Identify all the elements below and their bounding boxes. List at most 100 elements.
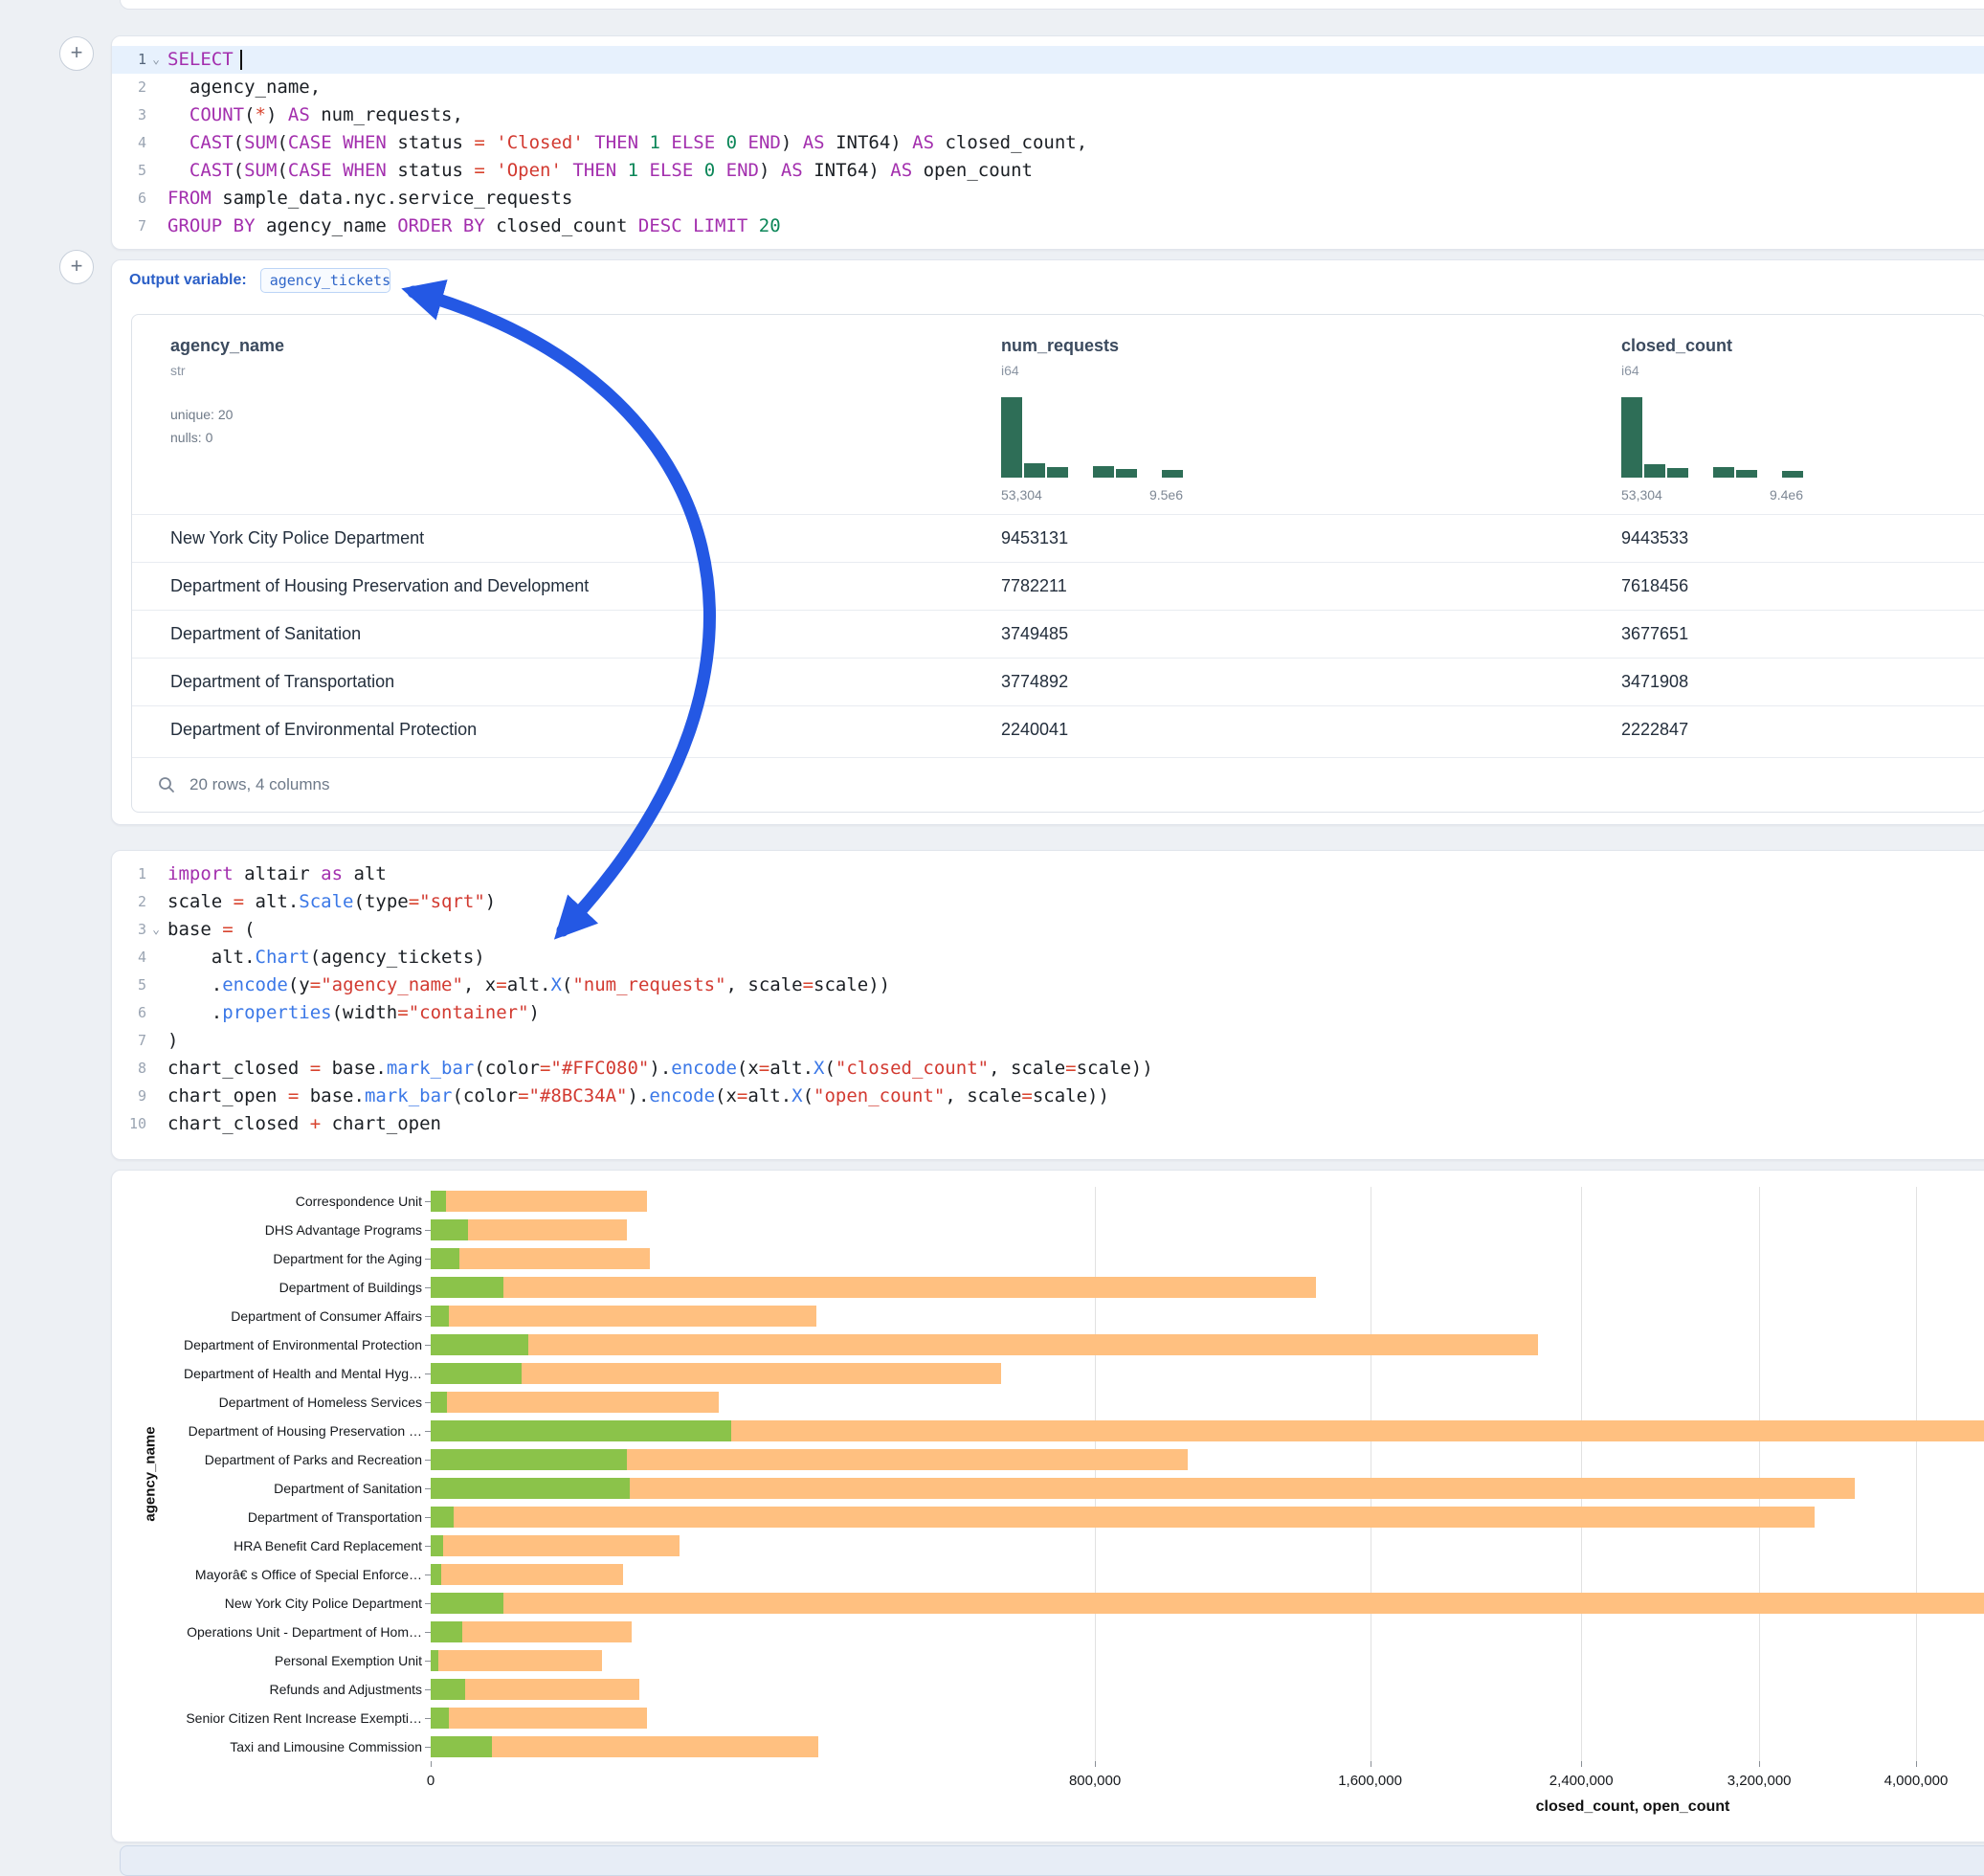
x-axis-title: closed_count, open_count — [1536, 1798, 1730, 1816]
line-number: 7 — [112, 212, 146, 240]
line-number: 6 — [112, 185, 146, 212]
bar-open — [431, 1449, 627, 1470]
code-line[interactable]: 6FROM sample_data.nyc.service_requests — [112, 185, 1984, 212]
bar-closed — [431, 1306, 816, 1327]
code-line[interactable]: 2scale = alt.Scale(type="sqrt") — [112, 888, 1984, 916]
x-axis-label: 4,000,000 — [1884, 1773, 1949, 1789]
bar-open — [431, 1507, 454, 1528]
bar-open — [431, 1392, 447, 1413]
sql-code-editor[interactable]: 1⌄SELECT2 agency_name,3 COUNT(*) AS num_… — [112, 46, 1984, 240]
column-type: i64 — [1001, 363, 1019, 378]
table-cell: 7782211 — [1001, 563, 1067, 610]
code-line[interactable]: 9chart_open = base.mark_bar(color="#8BC3… — [112, 1083, 1984, 1110]
code-text: chart_closed + chart_open — [166, 1110, 441, 1138]
line-number: 8 — [112, 1055, 146, 1083]
code-line[interactable]: 8 chart_closed = base.mark_bar(color="#FF… — [112, 1055, 1984, 1083]
add-cell-button[interactable]: + — [59, 250, 94, 284]
line-number: 5 — [112, 157, 146, 185]
table-row[interactable]: New York City Police Department945313194… — [132, 514, 1984, 562]
table-row[interactable]: Department of Environmental Protection 22… — [132, 705, 1984, 753]
y-axis-label: Department of Buildings — [112, 1273, 422, 1302]
python-cell[interactable]: 1import altair as alt2scale = alt.Scale(… — [111, 850, 1984, 1160]
y-axis-label: New York City Police Department — [112, 1589, 422, 1618]
sql-cell[interactable]: 1⌄SELECT2 agency_name,3 COUNT(*) AS num_… — [111, 35, 1984, 250]
line-number: 9 — [112, 1083, 146, 1110]
histogram-bar — [1162, 470, 1183, 478]
next-cell-edge — [120, 1845, 1984, 1876]
table-row[interactable]: Department of Sanitation37494853677651 — [132, 610, 1984, 658]
histogram-bar — [1644, 464, 1665, 478]
column-name: agency_name — [170, 336, 284, 356]
table-cell: 2240041 — [1001, 706, 1068, 753]
bar-chart: closed_count, open_count agency_name 080… — [112, 1171, 1984, 1842]
code-line[interactable]: 2 agency_name, — [112, 74, 1984, 101]
y-axis-label: Personal Exemption Unit — [112, 1646, 422, 1675]
y-axis-label: Department of Consumer Affairs — [112, 1302, 422, 1330]
python-code-editor[interactable]: 1import altair as alt2scale = alt.Scale(… — [112, 860, 1984, 1138]
search-icon[interactable] — [157, 775, 176, 794]
code-text: GROUP BY agency_name ORDER BY closed_cou… — [166, 212, 781, 240]
y-axis-label: Mayorâ€ s Office of Special Enforce… — [112, 1560, 422, 1589]
bar-open — [431, 1478, 630, 1499]
x-axis-tick — [1581, 1761, 1582, 1767]
bar-open — [431, 1679, 465, 1700]
code-line[interactable]: 6 .properties(width="container") — [112, 999, 1984, 1027]
code-line[interactable]: 3⌄base = ( — [112, 916, 1984, 944]
code-text: chart_closed = base.mark_bar(color="#FFC… — [166, 1055, 1153, 1083]
histogram-range: 53,3049.4e6 — [1621, 487, 1803, 502]
code-line[interactable]: 10chart_closed + chart_open — [112, 1110, 1984, 1138]
add-cell-button[interactable]: + — [59, 36, 94, 71]
column-histogram — [1001, 397, 1183, 478]
table-cell: 3471908 — [1621, 659, 1688, 705]
previous-cell-edge — [120, 0, 1984, 10]
code-line[interactable]: 7 GROUP BY agency_name ORDER BY closed_co… — [112, 212, 1984, 240]
code-line[interactable]: 4 CAST(SUM(CASE WHEN status = 'Closed' T… — [112, 129, 1984, 157]
line-number: 5 — [112, 972, 146, 999]
x-axis-label: 3,200,000 — [1728, 1773, 1792, 1789]
bar-open — [431, 1593, 503, 1614]
x-axis-tick — [431, 1761, 432, 1767]
code-line[interactable]: 3 COUNT(*) AS num_requests, — [112, 101, 1984, 129]
histogram-bar — [1047, 467, 1068, 478]
column-type: i64 — [1621, 363, 1639, 378]
x-axis-tick — [1759, 1761, 1760, 1767]
chart-gridline — [1095, 1187, 1096, 1761]
table-row[interactable]: Department of Housing Preservation and D… — [132, 562, 1984, 610]
histogram-min: 53,304 — [1001, 487, 1042, 502]
code-line[interactable]: 1⌄SELECT — [112, 46, 1984, 74]
table-cell: 2222847 — [1621, 706, 1688, 753]
collapse-chevron-icon[interactable]: ⌄ — [146, 916, 166, 944]
code-text: CAST(SUM(CASE WHEN status = 'Open' THEN … — [166, 157, 1033, 185]
code-line[interactable]: 7) — [112, 1027, 1984, 1055]
y-axis-label: Senior Citizen Rent Increase Exempti… — [112, 1704, 422, 1732]
bar-open — [431, 1736, 492, 1757]
code-line[interactable]: 1import altair as alt — [112, 860, 1984, 888]
bar-open — [431, 1219, 468, 1240]
table-cell: Department of Environmental Protection — [170, 706, 477, 753]
y-axis-label: Department of Parks and Recreation — [112, 1445, 422, 1474]
output-variable-tag[interactable]: agency_tickets — [260, 268, 390, 293]
table-cell: Department of Transportation — [170, 659, 394, 705]
y-axis-label: Department of Environmental Protection — [112, 1330, 422, 1359]
histogram-bar — [1621, 397, 1642, 478]
chart-gridline — [1759, 1187, 1760, 1761]
bar-closed — [431, 1650, 602, 1671]
code-text: alt.Chart(agency_tickets) — [166, 944, 485, 972]
code-line[interactable]: 4 alt.Chart(agency_tickets) — [112, 944, 1984, 972]
collapse-chevron-icon[interactable]: ⌄ — [146, 46, 166, 74]
code-text: import altair as alt — [166, 860, 387, 888]
bar-open — [431, 1564, 441, 1585]
y-axis-label: Refunds and Adjustments — [112, 1675, 422, 1704]
histogram-bar — [1782, 471, 1803, 478]
table-row[interactable]: Department of Transportation377489234719… — [132, 658, 1984, 705]
table-cell: Department of Sanitation — [170, 611, 361, 658]
x-axis-label: 0 — [427, 1773, 435, 1789]
line-number: 7 — [112, 1027, 146, 1055]
code-line[interactable]: 5 .encode(y="agency_name", x=alt.X("num_… — [112, 972, 1984, 999]
column-type: str — [170, 363, 186, 378]
column-name: num_requests — [1001, 336, 1119, 356]
text-cursor — [240, 50, 242, 70]
x-axis-tick — [1916, 1761, 1917, 1767]
code-line[interactable]: 5 CAST(SUM(CASE WHEN status = 'Open' THE… — [112, 157, 1984, 185]
code-text: ) — [166, 1027, 178, 1055]
